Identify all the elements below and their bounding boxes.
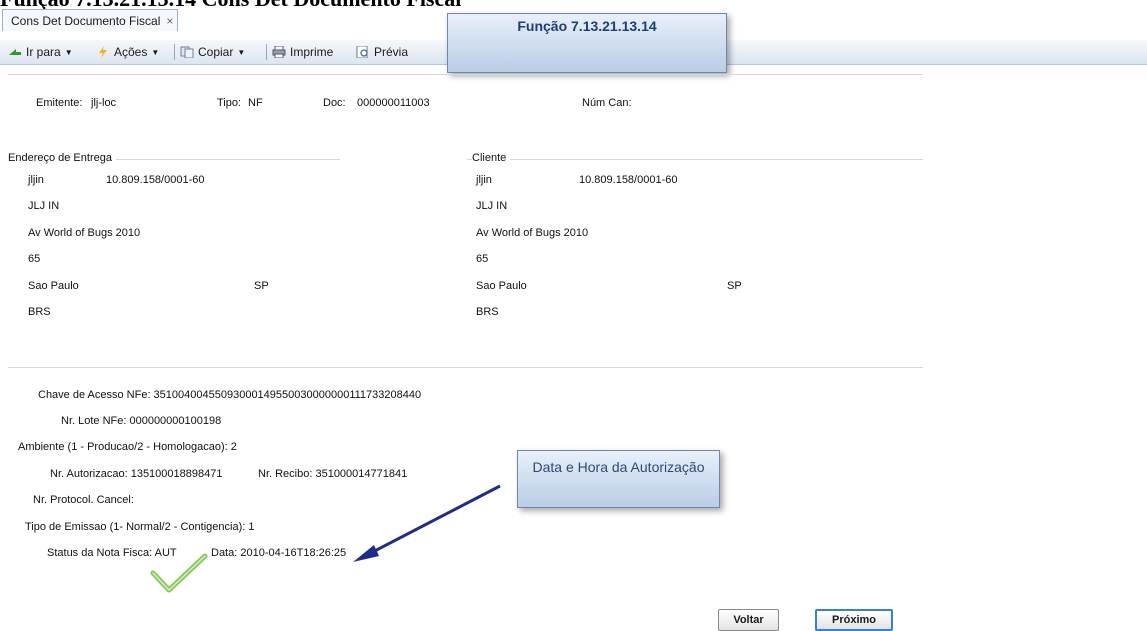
- annotation-layer: [150, 484, 501, 593]
- checkmark-icon: [150, 553, 208, 593]
- proximo-button[interactable]: Próximo: [815, 609, 893, 631]
- callout-arrow-icon: [353, 484, 501, 562]
- voltar-button[interactable]: Voltar: [718, 609, 779, 631]
